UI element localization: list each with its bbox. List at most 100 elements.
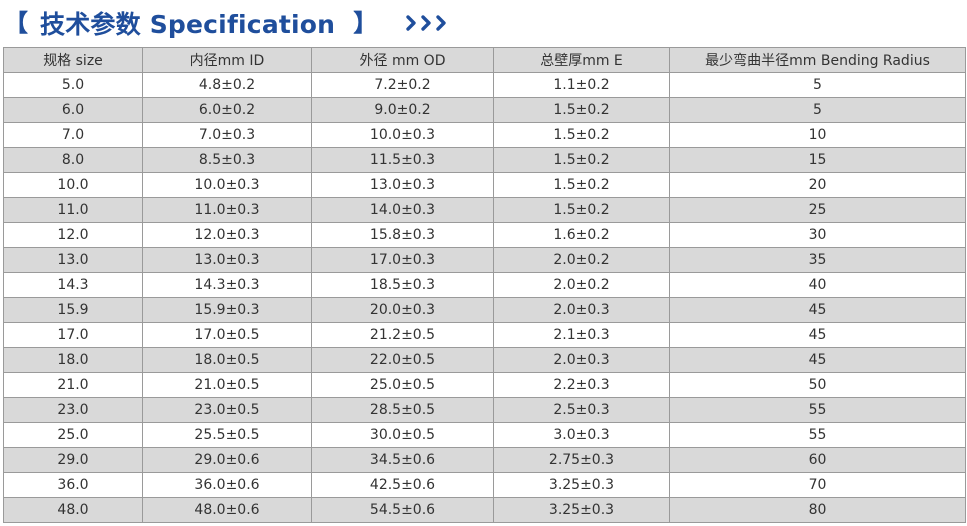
table-row: 17.0 17.0±0.5 21.2±0.5 2.1±0.3 45 [3, 322, 966, 348]
wall-thickness-cell: 2.0±0.2 [493, 247, 670, 273]
bending-radius-cell: 40 [669, 272, 966, 298]
table-row: 10.0 10.0±0.3 13.0±0.3 1.5±0.2 20 [3, 172, 966, 198]
size-cell: 48.0 [3, 497, 143, 523]
outer-diameter-cell: 15.8±0.3 [311, 222, 494, 248]
outer-diameter-cell: 28.5±0.5 [311, 397, 494, 423]
bending-radius-cell: 45 [669, 297, 966, 323]
bending-radius-cell: 55 [669, 397, 966, 423]
size-cell: 12.0 [3, 222, 143, 248]
bending-radius-cell: 30 [669, 222, 966, 248]
table-row: 14.3 14.3±0.3 18.5±0.3 2.0±0.2 40 [3, 272, 966, 298]
bending-radius-cell: 5 [669, 72, 966, 98]
outer-diameter-cell: 22.0±0.5 [311, 347, 494, 373]
size-cell: 17.0 [3, 322, 143, 348]
inner-diameter-cell: 11.0±0.3 [142, 197, 312, 223]
bending-radius-cell: 45 [669, 347, 966, 373]
inner-diameter-cell: 23.0±0.5 [142, 397, 312, 423]
bending-radius-cell: 50 [669, 372, 966, 398]
outer-diameter-cell: 7.2±0.2 [311, 72, 494, 98]
section-header: 【 技术参数 Specification 】 [0, 0, 967, 46]
size-cell: 10.0 [3, 172, 143, 198]
outer-diameter-cell: 13.0±0.3 [311, 172, 494, 198]
wall-thickness-cell: 2.75±0.3 [493, 447, 670, 473]
wall-thickness-cell: 1.5±0.2 [493, 172, 670, 198]
inner-diameter-cell: 8.5±0.3 [142, 147, 312, 173]
size-cell: 29.0 [3, 447, 143, 473]
wall-thickness-cell: 2.0±0.2 [493, 272, 670, 298]
outer-diameter-cell: 21.2±0.5 [311, 322, 494, 348]
outer-diameter-cell: 25.0±0.5 [311, 372, 494, 398]
spec-table: 规格 size 内径mm ID 外径 mm OD 总壁厚mm E 最少弯曲半径m… [3, 47, 966, 523]
size-cell: 14.3 [3, 272, 143, 298]
outer-diameter-cell: 9.0±0.2 [311, 97, 494, 123]
size-cell: 23.0 [3, 397, 143, 423]
outer-diameter-cell: 34.5±0.6 [311, 447, 494, 473]
outer-diameter-cell: 42.5±0.6 [311, 472, 494, 498]
column-header-inner-diameter: 内径mm ID [142, 47, 312, 73]
table-row: 18.0 18.0±0.5 22.0±0.5 2.0±0.3 45 [3, 347, 966, 373]
size-cell: 5.0 [3, 72, 143, 98]
outer-diameter-cell: 18.5±0.3 [311, 272, 494, 298]
size-cell: 11.0 [3, 197, 143, 223]
size-cell: 8.0 [3, 147, 143, 173]
column-header-bending-radius: 最少弯曲半径mm Bending Radius [669, 47, 966, 73]
inner-diameter-cell: 13.0±0.3 [142, 247, 312, 273]
spec-table-body: 5.0 4.8±0.2 7.2±0.2 1.1±0.2 5 6.0 6.0±0.2 9.0±0… [3, 72, 966, 523]
inner-diameter-cell: 7.0±0.3 [142, 122, 312, 148]
wall-thickness-cell: 1.5±0.2 [493, 147, 670, 173]
wall-thickness-cell: 1.5±0.2 [493, 122, 670, 148]
table-row: 13.0 13.0±0.3 17.0±0.3 2.0±0.2 35 [3, 247, 966, 273]
bending-radius-cell: 25 [669, 197, 966, 223]
wall-thickness-cell: 3.25±0.3 [493, 472, 670, 498]
table-row: 25.0 25.5±0.5 30.0±0.5 3.0±0.3 55 [3, 422, 966, 448]
inner-diameter-cell: 4.8±0.2 [142, 72, 312, 98]
inner-diameter-cell: 10.0±0.3 [142, 172, 312, 198]
wall-thickness-cell: 2.0±0.3 [493, 347, 670, 373]
table-row: 29.0 29.0±0.6 34.5±0.6 2.75±0.3 60 [3, 447, 966, 473]
outer-diameter-cell: 10.0±0.3 [311, 122, 494, 148]
outer-diameter-cell: 20.0±0.3 [311, 297, 494, 323]
table-row: 12.0 12.0±0.3 15.8±0.3 1.6±0.2 30 [3, 222, 966, 248]
right-bracket: 】 [353, 9, 378, 37]
outer-diameter-cell: 11.5±0.3 [311, 147, 494, 173]
outer-diameter-cell: 14.0±0.3 [311, 197, 494, 223]
wall-thickness-cell: 3.0±0.3 [493, 422, 670, 448]
table-row: 15.9 15.9±0.3 20.0±0.3 2.0±0.3 45 [3, 297, 966, 323]
size-cell: 6.0 [3, 97, 143, 123]
size-cell: 15.9 [3, 297, 143, 323]
table-row: 8.0 8.5±0.3 11.5±0.3 1.5±0.2 15 [3, 147, 966, 173]
wall-thickness-cell: 2.1±0.3 [493, 322, 670, 348]
bending-radius-cell: 60 [669, 447, 966, 473]
size-cell: 36.0 [3, 472, 143, 498]
inner-diameter-cell: 18.0±0.5 [142, 347, 312, 373]
bending-radius-cell: 35 [669, 247, 966, 273]
bending-radius-cell: 15 [669, 147, 966, 173]
table-row: 23.0 23.0±0.5 28.5±0.5 2.5±0.3 55 [3, 397, 966, 423]
table-row: 5.0 4.8±0.2 7.2±0.2 1.1±0.2 5 [3, 72, 966, 98]
column-header-wall-thickness: 总壁厚mm E [493, 47, 670, 73]
wall-thickness-cell: 2.2±0.3 [493, 372, 670, 398]
triple-chevron-right-icon [405, 13, 451, 33]
wall-thickness-cell: 1.5±0.2 [493, 97, 670, 123]
outer-diameter-cell: 30.0±0.5 [311, 422, 494, 448]
size-cell: 25.0 [3, 422, 143, 448]
bending-radius-cell: 45 [669, 322, 966, 348]
outer-diameter-cell: 54.5±0.6 [311, 497, 494, 523]
column-header-outer-diameter: 外径 mm OD [311, 47, 494, 73]
wall-thickness-cell: 3.25±0.3 [493, 497, 670, 523]
bending-radius-cell: 80 [669, 497, 966, 523]
size-cell: 18.0 [3, 347, 143, 373]
inner-diameter-cell: 14.3±0.3 [142, 272, 312, 298]
bending-radius-cell: 5 [669, 97, 966, 123]
bending-radius-cell: 20 [669, 172, 966, 198]
table-row: 6.0 6.0±0.2 9.0±0.2 1.5±0.2 5 [3, 97, 966, 123]
inner-diameter-cell: 48.0±0.6 [142, 497, 312, 523]
inner-diameter-cell: 17.0±0.5 [142, 322, 312, 348]
inner-diameter-cell: 21.0±0.5 [142, 372, 312, 398]
table-row: 48.0 48.0±0.6 54.5±0.6 3.25±0.3 80 [3, 497, 966, 523]
left-bracket: 【 [4, 9, 28, 37]
inner-diameter-cell: 6.0±0.2 [142, 97, 312, 123]
size-cell: 21.0 [3, 372, 143, 398]
table-row: 36.0 36.0±0.6 42.5±0.6 3.25±0.3 70 [3, 472, 966, 498]
inner-diameter-cell: 29.0±0.6 [142, 447, 312, 473]
